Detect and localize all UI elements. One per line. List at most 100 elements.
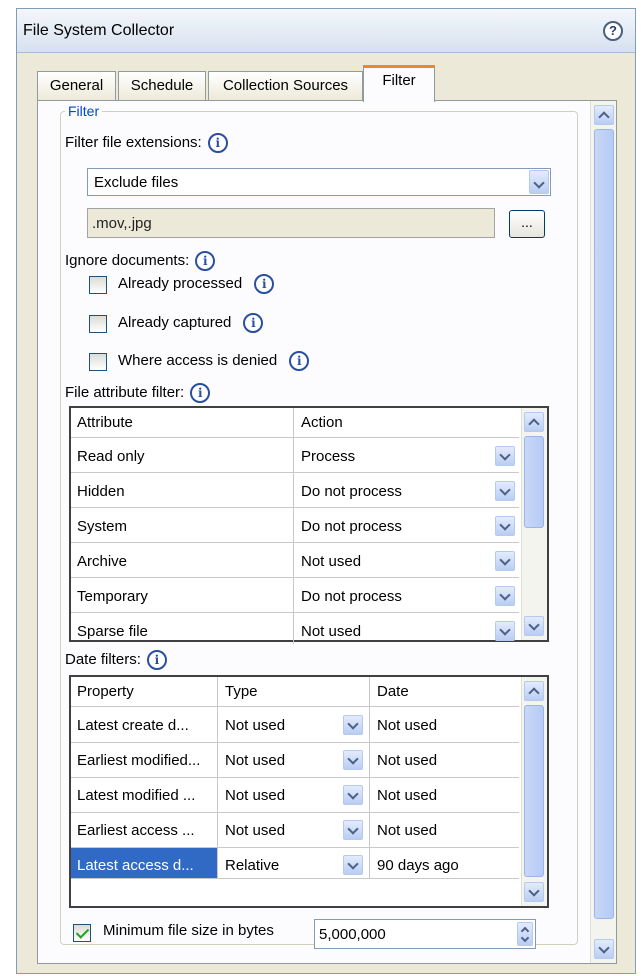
filter-panel: Filter Filter file extensions: i Exclude … [37,100,617,964]
chevron-down-icon[interactable] [495,586,515,606]
type-cell[interactable]: Not used [225,787,285,804]
filter-groupbox: Filter Filter file extensions: i Exclude … [60,103,578,949]
column-header-type[interactable]: Type [225,683,258,700]
tab-general[interactable]: General [37,71,116,101]
scroll-down-icon[interactable] [594,939,614,959]
attr-filter-label: File attribute filter: [65,383,185,401]
info-icon[interactable]: i [207,133,228,153]
action-cell[interactable]: Do not process [301,483,402,500]
info-icon[interactable]: i [243,313,264,333]
title-bar: File System Collector ? [17,9,635,53]
min-size-value: 5,000,000 [319,926,386,943]
info-icon[interactable]: i [146,650,167,670]
chevron-down-icon[interactable] [495,446,515,466]
column-header-date[interactable]: Date [377,683,409,700]
min-size-spinner[interactable]: 5,000,000 [314,919,536,949]
chevron-down-icon[interactable] [495,551,515,571]
action-cell[interactable]: Not used [301,553,361,570]
row-divider [71,612,519,613]
filter-extensions-label-row: Filter file extensions: i [65,133,228,153]
chevron-down-icon[interactable] [343,715,363,735]
info-icon[interactable]: i [254,274,275,294]
attribute-cell[interactable]: System [77,518,127,535]
attribute-cell[interactable]: Sparse file [77,623,148,640]
panel-scrollbar[interactable] [590,101,616,963]
date-filters-label: Date filters: [65,650,141,668]
scroll-up-icon[interactable] [524,412,544,432]
date-cell[interactable]: 90 days ago [377,857,459,874]
chevron-down-icon[interactable] [529,170,549,194]
attribute-cell[interactable]: Read only [77,448,145,465]
chevron-down-icon[interactable] [343,785,363,805]
attr-filter-label-row: File attribute filter: i [65,383,211,403]
column-header-action[interactable]: Action [301,414,343,431]
tab-schedule[interactable]: Schedule [118,71,206,101]
min-size-label[interactable]: Minimum file size in bytes [103,922,274,939]
extensions-field[interactable]: .mov,.jpg [87,208,495,238]
action-cell[interactable]: Do not process [301,588,402,605]
chevron-down-icon[interactable] [495,516,515,536]
scroll-thumb[interactable] [594,129,614,919]
action-cell[interactable]: Do not process [301,518,402,535]
min-size-checkbox[interactable] [73,924,91,942]
info-icon[interactable]: i [289,351,310,371]
info-icon[interactable]: i [190,383,211,403]
type-cell[interactable]: Not used [225,752,285,769]
info-icon[interactable]: i [195,251,216,271]
type-cell[interactable]: Not used [225,717,285,734]
row-divider [71,742,519,743]
filter-mode-value: Exclude files [94,174,179,191]
chevron-down-icon[interactable] [343,855,363,875]
already-captured-label[interactable]: Already captured [118,314,231,331]
chevron-down-icon[interactable] [495,481,515,501]
property-cell[interactable]: Earliest modified... [77,752,215,769]
row-divider [71,542,519,543]
help-icon[interactable]: ? [603,21,623,41]
date-cell[interactable]: Not used [377,717,437,734]
chevron-down-icon[interactable] [343,820,363,840]
ignore-documents-label-row: Ignore documents: i [65,251,216,271]
row-divider [71,577,519,578]
column-header-property[interactable]: Property [77,683,134,700]
action-cell[interactable]: Not used [301,623,361,640]
column-divider [293,408,294,644]
access-denied-label[interactable]: Where access is denied [118,352,277,369]
chevron-down-icon[interactable] [495,621,515,641]
date-grid-scrollbar[interactable] [521,677,547,906]
browse-extensions-button[interactable]: ... [509,210,545,238]
scroll-down-icon[interactable] [524,616,544,636]
property-cell[interactable]: Latest modified ... [77,787,215,804]
attribute-cell[interactable]: Temporary [77,588,148,605]
date-cell[interactable]: Not used [377,822,437,839]
chevron-down-icon[interactable] [343,750,363,770]
row-divider [71,878,519,879]
property-cell[interactable]: Earliest access ... [77,822,215,839]
column-header-attribute[interactable]: Attribute [77,414,133,431]
scroll-up-icon[interactable] [524,681,544,701]
scroll-up-icon[interactable] [594,105,614,125]
property-cell[interactable]: Latest create d... [77,717,215,734]
scroll-thumb[interactable] [524,436,544,528]
property-cell[interactable]: Latest access d... [77,857,213,874]
spinner-arrows-icon[interactable] [517,922,533,946]
already-captured-checkbox[interactable] [89,315,107,333]
scroll-thumb[interactable] [524,705,544,877]
type-cell[interactable]: Relative [225,857,279,874]
access-denied-checkbox[interactable] [89,353,107,371]
attribute-cell[interactable]: Hidden [77,483,125,500]
attribute-filter-grid: Attribute Action Read only Process Hidde… [69,406,549,644]
row-divider [71,472,519,473]
already-processed-label[interactable]: Already processed [118,275,242,292]
filter-mode-dropdown[interactable]: Exclude files [87,168,551,196]
type-cell[interactable]: Not used [225,822,285,839]
filter-extensions-label: Filter file extensions: [65,133,202,151]
attr-grid-scrollbar[interactable] [521,408,547,640]
attribute-cell[interactable]: Archive [77,553,127,570]
tab-filter[interactable]: Filter [363,65,435,102]
already-processed-checkbox[interactable] [89,276,107,294]
date-cell[interactable]: Not used [377,752,437,769]
scroll-down-icon[interactable] [524,882,544,902]
tab-collection-sources[interactable]: Collection Sources [208,71,363,101]
date-cell[interactable]: Not used [377,787,437,804]
action-cell[interactable]: Process [301,448,355,465]
